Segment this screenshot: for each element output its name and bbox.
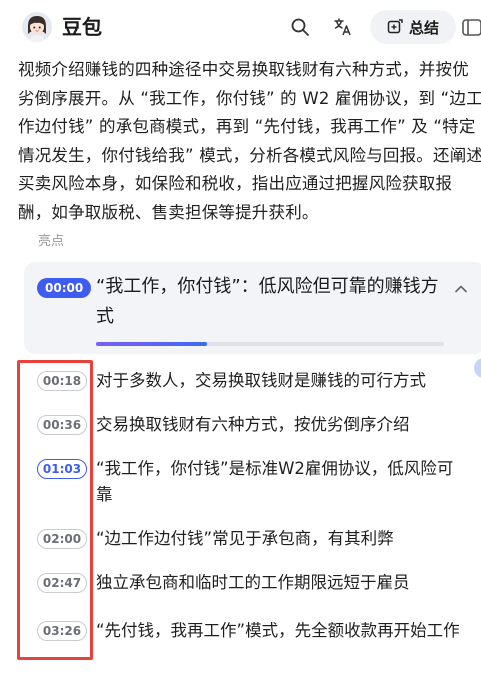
- side-scroll-tab[interactable]: [474, 358, 481, 378]
- highlight-progress-bar: [96, 342, 444, 346]
- timestamp-badge[interactable]: 02:47: [37, 573, 87, 593]
- timestamp-badge[interactable]: 02:00: [37, 529, 87, 549]
- sidebar-icon[interactable]: [460, 15, 481, 39]
- video-summary-text: 视频介绍赚钱的四种途径中交易换取钱财有六种方式，并按优劣倒序展开。从 “我工作，…: [18, 60, 481, 222]
- summary-icon: [387, 19, 403, 34]
- search-icon[interactable]: [288, 15, 312, 39]
- translate-icon[interactable]: [331, 15, 355, 39]
- active-timestamp-badge[interactable]: 00:00: [37, 278, 92, 298]
- summary-button-label: 总结: [408, 18, 439, 37]
- highlights-label: 亮点: [38, 234, 65, 249]
- highlight-progress-fill: [96, 342, 208, 346]
- timestamp-badge[interactable]: 00:18: [37, 371, 87, 391]
- list-item-text: “先付钱，我再工作”模式，先全额收款再开始工作: [96, 621, 460, 640]
- list-item-text: “我工作，你付钱”是标准W2雇佣协议，低风险可靠: [96, 459, 454, 504]
- timestamp-badge[interactable]: 01:03: [37, 459, 87, 479]
- annotation-highlight-box: [17, 360, 93, 660]
- top-bar: 豆包 总结: [0, 0, 481, 54]
- timestamp-badge[interactable]: 03:26: [37, 621, 87, 641]
- list-item-text: 交易换取钱财有六种方式，按优劣倒序介绍: [96, 415, 410, 434]
- avatar-girl-icon: [22, 12, 52, 42]
- list-item-text: “边工作边付钱”常见于承包商，有其利弊: [96, 529, 394, 548]
- chevron-up-icon[interactable]: [452, 280, 470, 298]
- timestamp-badge[interactable]: 00:36: [37, 415, 87, 435]
- active-highlight-title: “我工作，你付钱”：低风险但可靠的赚钱方式: [96, 276, 439, 327]
- list-item-text: 独立承包商和临时工的工作期限远短于雇员: [96, 573, 410, 592]
- app-title: 豆包: [62, 15, 102, 39]
- avatar[interactable]: [22, 12, 52, 42]
- summary-button[interactable]: 总结: [370, 10, 456, 44]
- list-item-text: 对于多数人，交易换取钱财是赚钱的可行方式: [96, 371, 426, 390]
